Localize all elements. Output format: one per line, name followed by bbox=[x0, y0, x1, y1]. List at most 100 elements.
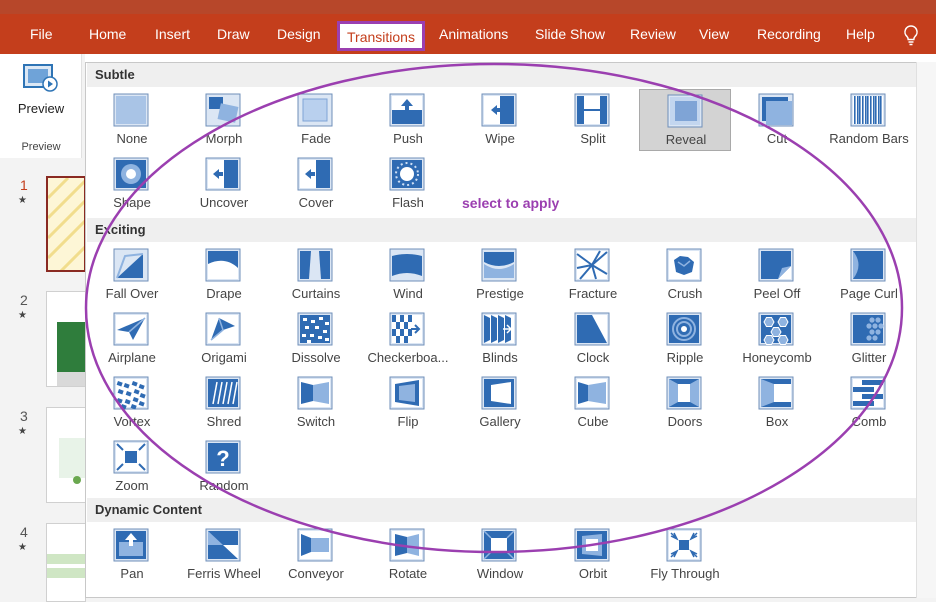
transition-uncover[interactable]: Uncover bbox=[178, 153, 270, 215]
switch-icon bbox=[297, 376, 333, 410]
transition-checkerboard[interactable]: Checkerboa... bbox=[362, 308, 454, 370]
tab-insert[interactable]: Insert bbox=[155, 14, 190, 54]
slide-number: 3 bbox=[20, 408, 28, 424]
transition-prestige[interactable]: Prestige bbox=[454, 244, 546, 306]
title-bar bbox=[0, 0, 936, 14]
flip-icon bbox=[389, 376, 425, 410]
transition-blinds[interactable]: Blinds bbox=[454, 308, 546, 370]
transition-clock[interactable]: Clock bbox=[547, 308, 639, 370]
tab-animations[interactable]: Animations bbox=[439, 14, 508, 54]
transition-page-curl[interactable]: Page Curl bbox=[823, 244, 915, 306]
transition-peel-off[interactable]: Peel Off bbox=[731, 244, 823, 306]
transition-label: Wipe bbox=[485, 131, 515, 146]
transition-window[interactable]: Window bbox=[454, 524, 546, 586]
blinds-icon bbox=[481, 312, 517, 346]
clock-icon bbox=[574, 312, 610, 346]
transition-label: Doors bbox=[667, 414, 703, 429]
transition-shape[interactable]: Shape bbox=[86, 153, 178, 215]
transition-label: Switch bbox=[296, 414, 336, 429]
transition-wind[interactable]: Wind bbox=[362, 244, 454, 306]
tab-design[interactable]: Design bbox=[277, 14, 321, 54]
window-icon bbox=[481, 528, 517, 562]
transition-label: Peel Off bbox=[753, 286, 801, 301]
transition-fly-through[interactable]: Fly Through bbox=[639, 524, 731, 586]
transition-airplane[interactable]: Airplane bbox=[86, 308, 178, 370]
tab-file[interactable]: File bbox=[30, 14, 53, 54]
peel-off-icon bbox=[758, 248, 794, 282]
section-header-subtle: Subtle bbox=[87, 63, 916, 87]
transition-push[interactable]: Push bbox=[362, 89, 454, 151]
transition-cube[interactable]: Cube bbox=[547, 372, 639, 434]
slide-transition-star: ★ bbox=[18, 426, 27, 437]
transition-label: Flip bbox=[397, 414, 419, 429]
transition-pan[interactable]: Pan bbox=[86, 524, 178, 586]
transition-label: Window bbox=[476, 566, 524, 581]
transition-box[interactable]: Box bbox=[731, 372, 823, 434]
tab-slide-show[interactable]: Slide Show bbox=[535, 14, 605, 54]
transition-comb[interactable]: Comb bbox=[823, 372, 915, 434]
transition-label: Prestige bbox=[476, 286, 524, 301]
transition-switch[interactable]: Switch bbox=[270, 372, 362, 434]
transition-gallery[interactable]: Gallery bbox=[454, 372, 546, 434]
transition-random-bars[interactable]: Random Bars bbox=[823, 89, 915, 151]
ribbon-tab-bar: File Home Insert Draw Design Transitions… bbox=[0, 14, 936, 54]
transition-rotate[interactable]: Rotate bbox=[362, 524, 454, 586]
transition-label: Ferris Wheel bbox=[187, 566, 261, 581]
transition-random[interactable]: ? Random bbox=[178, 436, 270, 498]
transition-reveal[interactable]: Reveal bbox=[639, 89, 731, 151]
transition-fade[interactable]: Fade bbox=[270, 89, 362, 151]
tab-review[interactable]: Review bbox=[630, 14, 676, 54]
transition-dissolve[interactable]: Dissolve bbox=[270, 308, 362, 370]
transition-flash[interactable]: Flash bbox=[362, 153, 454, 215]
transition-zoom[interactable]: Zoom bbox=[86, 436, 178, 498]
transition-origami[interactable]: Origami bbox=[178, 308, 270, 370]
transition-vortex[interactable]: Vortex bbox=[86, 372, 178, 434]
slide-thumbnail-3[interactable] bbox=[46, 407, 86, 503]
preview-button[interactable] bbox=[22, 62, 58, 94]
transition-split[interactable]: Split bbox=[547, 89, 639, 151]
tab-recording[interactable]: Recording bbox=[757, 14, 821, 54]
transition-label: Blinds bbox=[482, 350, 518, 365]
transition-ripple[interactable]: Ripple bbox=[639, 308, 731, 370]
transition-ferris-wheel[interactable]: Ferris Wheel bbox=[178, 524, 270, 586]
transition-label: Random Bars bbox=[829, 131, 909, 146]
transition-orbit[interactable]: Orbit bbox=[547, 524, 639, 586]
slide-thumbnail-2[interactable] bbox=[46, 291, 86, 387]
gallery-scrollbar[interactable] bbox=[916, 62, 936, 598]
transition-drape[interactable]: Drape bbox=[178, 244, 270, 306]
transition-fracture[interactable]: Fracture bbox=[547, 244, 639, 306]
transition-wipe[interactable]: Wipe bbox=[454, 89, 546, 151]
transition-crush[interactable]: Crush bbox=[639, 244, 731, 306]
transition-curtains[interactable]: Curtains bbox=[270, 244, 362, 306]
transition-label: Flash bbox=[392, 195, 424, 210]
fracture-icon bbox=[574, 248, 610, 282]
transition-flip[interactable]: Flip bbox=[362, 372, 454, 434]
reveal-icon bbox=[667, 94, 703, 128]
tab-help[interactable]: Help bbox=[846, 14, 875, 54]
lightbulb-icon[interactable] bbox=[902, 24, 920, 46]
tab-view[interactable]: View bbox=[699, 14, 729, 54]
transition-doors[interactable]: Doors bbox=[639, 372, 731, 434]
transition-cut[interactable]: Cut bbox=[731, 89, 823, 151]
transition-honeycomb[interactable]: Honeycomb bbox=[731, 308, 823, 370]
slide-number: 2 bbox=[20, 292, 28, 308]
transition-morph[interactable]: Morph bbox=[178, 89, 270, 151]
transition-label: Shape bbox=[113, 195, 151, 210]
transition-cover[interactable]: Cover bbox=[270, 153, 362, 215]
transition-fall-over[interactable]: Fall Over bbox=[86, 244, 178, 306]
transition-conveyor[interactable]: Conveyor bbox=[270, 524, 362, 586]
section-header-dynamic-content: Dynamic Content bbox=[87, 498, 916, 522]
transition-none[interactable]: None bbox=[86, 89, 178, 151]
slide-thumbnail-4[interactable] bbox=[46, 523, 86, 602]
transition-glitter[interactable]: Glitter bbox=[823, 308, 915, 370]
tab-draw[interactable]: Draw bbox=[217, 14, 250, 54]
slide-thumbnail-1[interactable] bbox=[46, 176, 86, 272]
morph-icon bbox=[205, 93, 241, 127]
tab-home[interactable]: Home bbox=[89, 14, 126, 54]
tab-transitions[interactable]: Transitions bbox=[337, 21, 425, 51]
transition-label: Shred bbox=[206, 414, 242, 429]
transition-label: None bbox=[116, 131, 148, 146]
honeycomb-icon bbox=[758, 312, 794, 346]
transition-shred[interactable]: Shred bbox=[178, 372, 270, 434]
box-icon bbox=[758, 376, 794, 410]
